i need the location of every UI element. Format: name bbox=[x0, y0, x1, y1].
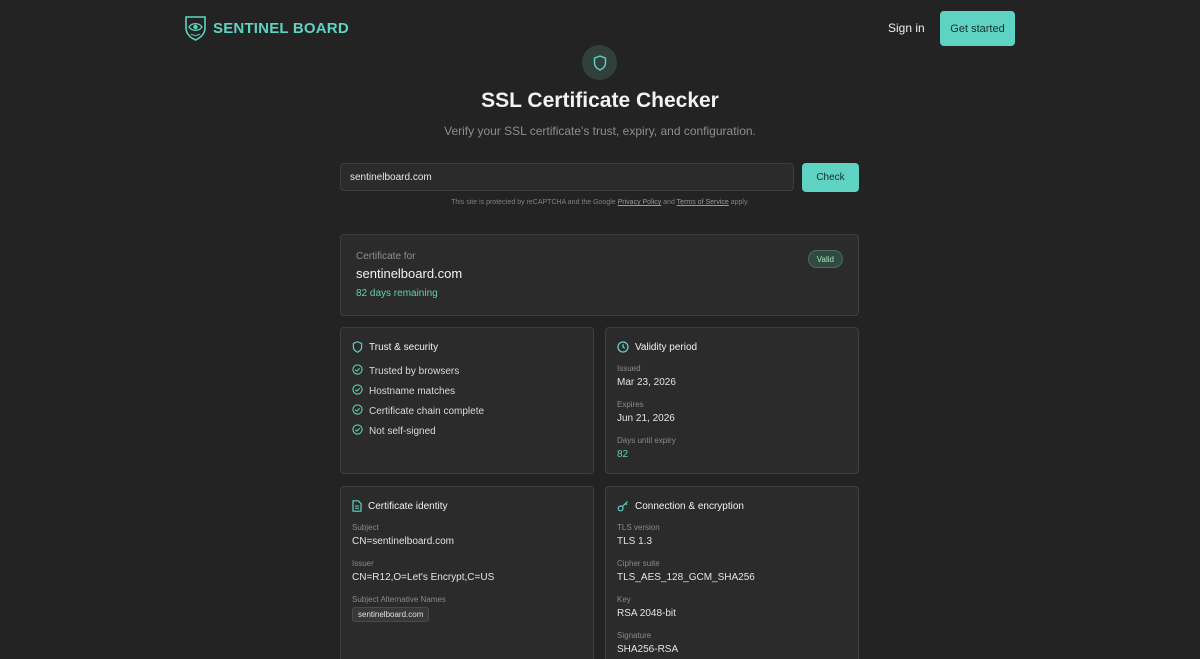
signature-label: Signature bbox=[617, 631, 652, 640]
sentinel-eye-shield-icon bbox=[184, 15, 207, 41]
check-circle-icon bbox=[352, 384, 363, 398]
certificate-identity-card: Certificate identity Subject CN=sentinel… bbox=[340, 486, 594, 659]
brand-logo-link[interactable]: SENTINEL BOARD bbox=[184, 15, 349, 41]
validity-period-title: Validity period bbox=[617, 341, 697, 353]
certificate-domain: sentinelboard.com bbox=[356, 266, 463, 281]
connection-encryption-title: Connection & encryption bbox=[617, 500, 744, 512]
subject-value: CN=sentinelboard.com bbox=[352, 536, 454, 547]
page-subtitle: Verify your SSL certificate's trust, exp… bbox=[444, 124, 756, 138]
trust-check-item: Certificate chain complete bbox=[352, 404, 484, 418]
trust-check-item: Not self-signed bbox=[352, 424, 436, 438]
certificate-for-label: Certificate for bbox=[356, 251, 416, 262]
get-started-button[interactable]: Get started bbox=[940, 11, 1015, 46]
certificate-summary-card: Certificate for sentinelboard.com 82 day… bbox=[340, 234, 859, 316]
cipher-suite-value: TLS_AES_128_GCM_SHA256 bbox=[617, 572, 755, 583]
issuer-label: Issuer bbox=[352, 559, 374, 568]
key-icon bbox=[617, 500, 629, 512]
check-circle-icon bbox=[352, 364, 363, 378]
clock-icon bbox=[617, 341, 629, 353]
certificate-identity-title: Certificate identity bbox=[352, 500, 447, 512]
card-title-text: Connection & encryption bbox=[635, 500, 744, 512]
check-circle-icon bbox=[352, 424, 363, 438]
trust-security-card: Trust & security Trusted by browsers Hos… bbox=[340, 327, 594, 474]
page-title: SSL Certificate Checker bbox=[481, 89, 719, 112]
tls-version-label: TLS version bbox=[617, 523, 660, 532]
issued-label: Issued bbox=[617, 364, 641, 373]
recaptcha-suffix: apply. bbox=[730, 199, 749, 206]
document-icon bbox=[352, 500, 362, 512]
trust-check-item: Trusted by browsers bbox=[352, 364, 459, 378]
issued-value: Mar 23, 2026 bbox=[617, 377, 676, 388]
tls-version-value: TLS 1.3 bbox=[617, 536, 653, 547]
check-item-label: Hostname matches bbox=[369, 385, 456, 397]
expires-value: Jun 21, 2026 bbox=[617, 413, 675, 424]
validity-period-card: Validity period Issued Mar 23, 2026 Expi… bbox=[605, 327, 859, 474]
issuer-value: CN=R12,O=Let's Encrypt,C=US bbox=[352, 572, 495, 583]
key-label: Key bbox=[617, 595, 631, 604]
days-until-expiry-label: Days until expiry bbox=[617, 436, 676, 445]
expires-label: Expires bbox=[617, 400, 644, 409]
sign-in-link[interactable]: Sign in bbox=[888, 21, 925, 35]
trust-check-item: Hostname matches bbox=[352, 384, 455, 398]
key-value: RSA 2048-bit bbox=[617, 608, 676, 619]
recaptcha-notice: This site is protected by reCAPTCHA and … bbox=[0, 199, 1200, 206]
san-tag: sentinelboard.com bbox=[352, 607, 430, 622]
signature-value: SHA256-RSA bbox=[617, 644, 679, 655]
card-title-text: Trust & security bbox=[369, 341, 439, 353]
shield-icon bbox=[352, 341, 363, 353]
shield-icon bbox=[582, 45, 617, 80]
card-title-text: Validity period bbox=[635, 341, 698, 353]
brand-name: SENTINEL BOARD bbox=[213, 19, 349, 37]
check-item-label: Not self-signed bbox=[369, 425, 436, 437]
terms-of-service-link[interactable]: Terms of Service bbox=[677, 199, 729, 206]
check-circle-icon bbox=[352, 404, 363, 418]
status-badge: Valid bbox=[807, 250, 843, 268]
cipher-suite-label: Cipher suite bbox=[617, 559, 660, 568]
domain-input[interactable] bbox=[340, 163, 794, 191]
privacy-policy-link[interactable]: Privacy Policy bbox=[618, 199, 662, 206]
days-until-expiry-value: 82 bbox=[617, 449, 629, 460]
card-title-text: Certificate identity bbox=[368, 500, 448, 512]
subject-label: Subject bbox=[352, 523, 379, 532]
check-button[interactable]: Check bbox=[802, 163, 859, 192]
recaptcha-and: and bbox=[663, 199, 675, 206]
check-item-label: Trusted by browsers bbox=[369, 365, 460, 377]
connection-encryption-card: Connection & encryption TLS version TLS … bbox=[605, 486, 859, 659]
san-label: Subject Alternative Names bbox=[352, 595, 446, 604]
recaptcha-prefix: This site is protected by reCAPTCHA and … bbox=[451, 199, 616, 206]
days-remaining: 82 days remaining bbox=[356, 288, 438, 299]
trust-security-title: Trust & security bbox=[352, 341, 438, 353]
check-item-label: Certificate chain complete bbox=[369, 405, 485, 417]
